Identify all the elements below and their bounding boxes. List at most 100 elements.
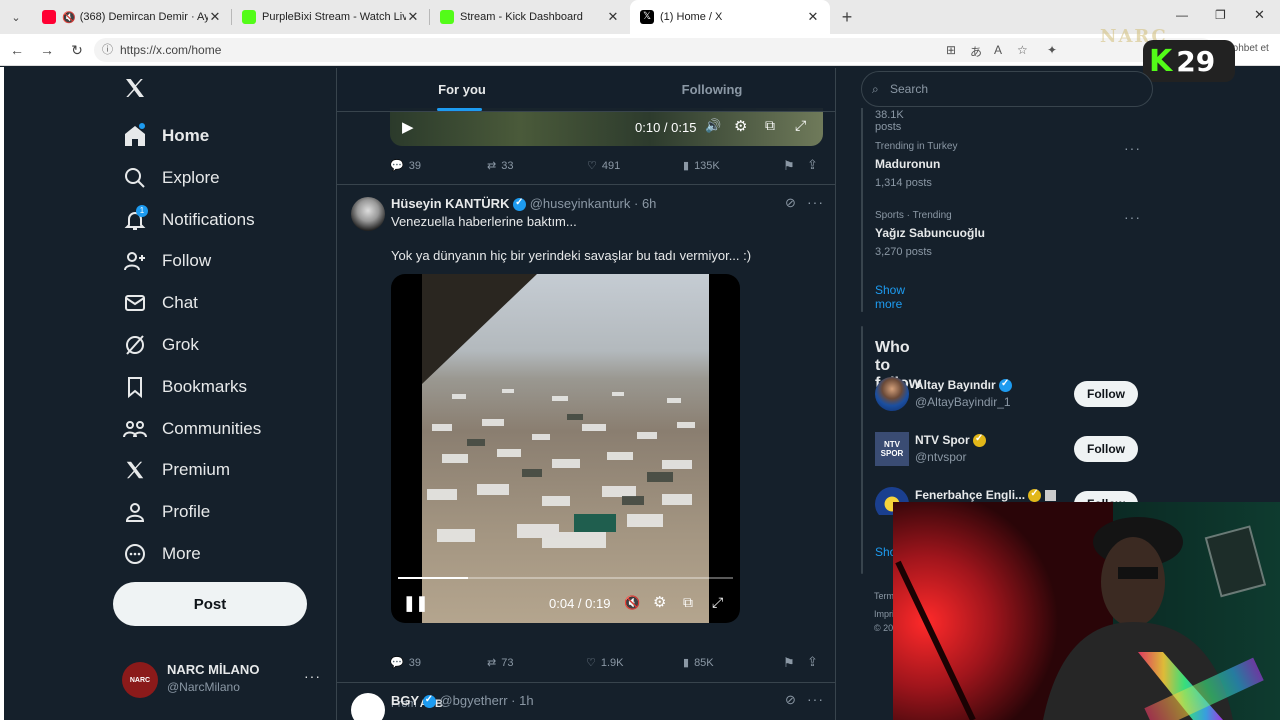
maximize-button[interactable]: ❐: [1215, 8, 1226, 22]
author-avatar[interactable]: [351, 693, 385, 720]
follow-button[interactable]: Follow: [1074, 436, 1138, 462]
browser-tab-x-home[interactable]: 𝕏 (1) Home / X ✕: [630, 0, 830, 34]
trend-more-icon[interactable]: ···: [1124, 140, 1141, 156]
close-tab-icon[interactable]: ✕: [406, 9, 420, 25]
tweet-more-icon[interactable]: ···: [807, 194, 824, 210]
extensions-puzzle-icon[interactable]: ✦: [1047, 43, 1057, 57]
share-icon[interactable]: ⇪: [807, 157, 818, 173]
sidebar-item-home[interactable]: Home: [122, 116, 209, 156]
author-handle[interactable]: @bgyetherr: [439, 693, 507, 708]
browser-tab-kick-dashboard[interactable]: Stream - Kick Dashboard ✕: [430, 0, 630, 34]
person-plus-icon: [122, 248, 148, 274]
tweet-video-player[interactable]: ❚❚ 0:04 / 0:19 🔇 ⚙ ⧉ ⤢: [391, 274, 740, 623]
views-button[interactable]: ▮ 85K: [683, 656, 714, 670]
like-button[interactable]: ♡ 1.9K: [586, 656, 624, 670]
close-window-button[interactable]: ✕: [1254, 7, 1265, 23]
pip-icon[interactable]: ⧉: [765, 117, 775, 134]
settings-gear-icon[interactable]: ⚙: [653, 593, 666, 611]
sidebar-item-profile[interactable]: Profile: [122, 492, 210, 532]
suggestion-name[interactable]: Fenerbahçe Engli...: [915, 488, 1025, 502]
trend-item[interactable]: Trending in Turkey Maduronun 1,314 posts…: [862, 136, 1152, 196]
grok-icon[interactable]: ⊘: [785, 195, 796, 211]
author-avatar[interactable]: [351, 197, 385, 231]
fullscreen-icon[interactable]: ⤢: [795, 117, 806, 134]
reply-button[interactable]: 💬 39: [390, 159, 421, 173]
author-handle[interactable]: @huseyinkanturk: [530, 196, 631, 211]
footer-link[interactable]: Impri: [874, 608, 894, 620]
tweet-age[interactable]: 1h: [519, 693, 533, 708]
next-tweet[interactable]: BGY @bgyetherr · 1h ⊘ ···: [337, 683, 835, 720]
volume-icon[interactable]: 🔊: [705, 118, 721, 134]
favorite-star-icon[interactable]: ☆: [1017, 43, 1028, 57]
repost-button[interactable]: ⇄ 33: [487, 159, 513, 173]
tab-list-dropdown[interactable]: ⌄: [0, 0, 32, 34]
sidebar-item-chat[interactable]: Chat: [122, 283, 198, 323]
author-name[interactable]: Hüseyin KANTÜRK: [391, 196, 509, 211]
search-input[interactable]: ⌕ Search: [861, 71, 1153, 107]
tab-for-you[interactable]: For you: [337, 68, 587, 111]
site-info-icon[interactable]: ⓘ: [102, 38, 113, 62]
repost-button[interactable]: ⇄ 73: [487, 656, 513, 670]
close-tab-icon[interactable]: ✕: [606, 9, 620, 25]
sidebar-item-more[interactable]: More: [122, 534, 201, 574]
top-video-player[interactable]: ▶ 0:10 / 0:15 🔊 ⚙ ⧉ ⤢: [390, 108, 823, 146]
sidebar-item-grok[interactable]: Grok: [122, 325, 199, 365]
reply-button[interactable]: 💬 39: [390, 656, 421, 670]
sidebar-item-explore[interactable]: Explore: [122, 158, 220, 198]
video-progress-track[interactable]: [398, 577, 733, 579]
suggestion-avatar[interactable]: [875, 377, 909, 411]
author-name[interactable]: BGY: [391, 693, 419, 708]
fullscreen-icon[interactable]: ⤢: [712, 594, 723, 611]
follow-suggestion[interactable]: Altay Bayındır @AltayBayindir_1 Follow: [862, 375, 1152, 415]
show-more-link[interactable]: Show more: [875, 283, 905, 311]
back-arrow-icon[interactable]: ←: [8, 42, 26, 58]
pause-icon[interactable]: ❚❚: [403, 594, 428, 612]
minimize-button[interactable]: —: [1176, 8, 1188, 22]
sidebar-item-bookmarks[interactable]: Bookmarks: [122, 367, 247, 407]
trend-more-icon[interactable]: ···: [1124, 209, 1141, 225]
extension-icon[interactable]: ⊞: [946, 43, 956, 57]
sidebar-item-notifications[interactable]: 1 Notifications: [122, 200, 255, 240]
footer-link[interactable]: Term: [874, 590, 894, 602]
suggestion-handle[interactable]: @ntvspor: [915, 450, 967, 464]
sidebar-item-premium[interactable]: Premium: [122, 450, 230, 490]
sidebar-item-communities[interactable]: Communities: [122, 409, 261, 449]
translate-icon[interactable]: あ: [970, 43, 982, 60]
suggestion-handle[interactable]: @AltayBayindir_1: [915, 395, 1011, 409]
settings-gear-icon[interactable]: ⚙: [734, 117, 747, 135]
x-logo-icon[interactable]: [123, 76, 149, 104]
follow-button[interactable]: Follow: [1074, 381, 1138, 407]
trend-item[interactable]: Sports · Trending Yağız Sabuncuoğlu 3,27…: [862, 205, 1152, 265]
read-aloud-icon[interactable]: A: [994, 43, 1002, 57]
tweet[interactable]: Hüseyin KANTÜRK @huseyinkanturk · 6h ⊘ ·…: [337, 185, 835, 710]
bookmark-icon[interactable]: ⚑: [783, 158, 795, 174]
bookmark-icon[interactable]: ⚑: [783, 655, 795, 671]
browser-tab-purplebixi[interactable]: PurpleBixi Stream - Watch Live on ✕: [232, 0, 430, 34]
new-tab-button[interactable]: +: [830, 7, 864, 28]
suggestion-name[interactable]: NTV Spor: [915, 433, 970, 447]
share-icon[interactable]: ⇪: [807, 654, 818, 670]
account-switcher[interactable]: NARC NARC MİLANO @NarcMilano ···: [122, 658, 332, 702]
muted-speaker-icon[interactable]: 🔇: [62, 11, 76, 24]
suggestion-name[interactable]: Altay Bayındır: [915, 378, 996, 392]
close-tab-icon[interactable]: ✕: [208, 9, 222, 25]
forward-arrow-icon[interactable]: →: [38, 42, 56, 58]
like-button[interactable]: ♡ 491: [587, 159, 620, 173]
sidebar-item-follow[interactable]: Follow: [122, 241, 211, 281]
more-dots-icon[interactable]: ···: [304, 668, 321, 684]
follow-suggestion[interactable]: NTV SPOR NTV Spor @ntvspor Follow: [862, 430, 1152, 470]
url-field[interactable]: ⓘ https://x.com/home: [94, 38, 1214, 62]
suggestion-avatar[interactable]: NTV SPOR: [875, 432, 909, 466]
pip-icon[interactable]: ⧉: [683, 594, 693, 611]
browser-tab-youtube[interactable]: 🔇 (368) Demircan Demir · Ayışığı ✕: [32, 0, 232, 34]
muted-icon[interactable]: 🔇: [624, 595, 640, 611]
play-icon[interactable]: ▶: [402, 118, 414, 136]
tweet-age[interactable]: 6h: [642, 196, 656, 211]
tab-following[interactable]: Following: [587, 68, 835, 111]
close-tab-icon[interactable]: ✕: [806, 9, 820, 25]
post-button[interactable]: Post: [113, 582, 307, 626]
reload-icon[interactable]: ↻: [68, 42, 86, 59]
views-button[interactable]: ▮ 135K: [683, 159, 720, 173]
grok-icon[interactable]: ⊘: [785, 692, 796, 708]
tweet-more-icon[interactable]: ···: [807, 691, 824, 707]
